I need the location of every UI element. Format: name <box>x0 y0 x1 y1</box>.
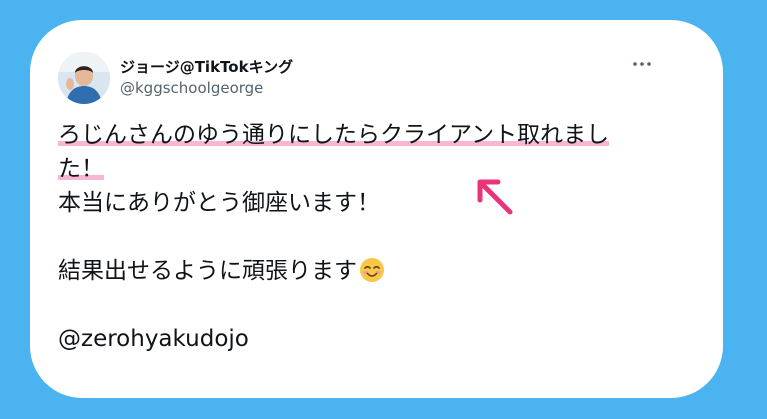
tweet-header: ジョージ@TikTokキング @kggschoolgeorge <box>58 52 658 106</box>
tweet-line-2: た！ <box>58 156 104 182</box>
user-handle[interactable]: @kggschoolgeorge <box>120 79 263 97</box>
mention-link[interactable]: @zerohyakudojo <box>58 322 658 356</box>
tweet-line-3: 本当にありがとう御座います！ <box>58 190 380 216</box>
avatar[interactable] <box>58 52 110 104</box>
tweet-line-1: ろじんさんのゆう通りにしたらクライアント取れまし <box>58 122 610 148</box>
display-name[interactable]: ジョージ@TikTokキング <box>120 56 293 77</box>
smiling-face-icon <box>359 257 385 283</box>
tweet-text: ろじんさんのゆう通りにしたらクライアント取れまし た！ 本当にありがとう御座いま… <box>58 118 658 356</box>
tweet-line-4: 結果出せるように頑張ります <box>58 258 357 284</box>
more-horizontal-icon[interactable] <box>632 54 652 70</box>
screenshot-frame: ジョージ@TikTokキング @kggschoolgeorge ろじんさんのゆう… <box>0 0 767 419</box>
pointer-arrow-icon <box>470 172 520 222</box>
